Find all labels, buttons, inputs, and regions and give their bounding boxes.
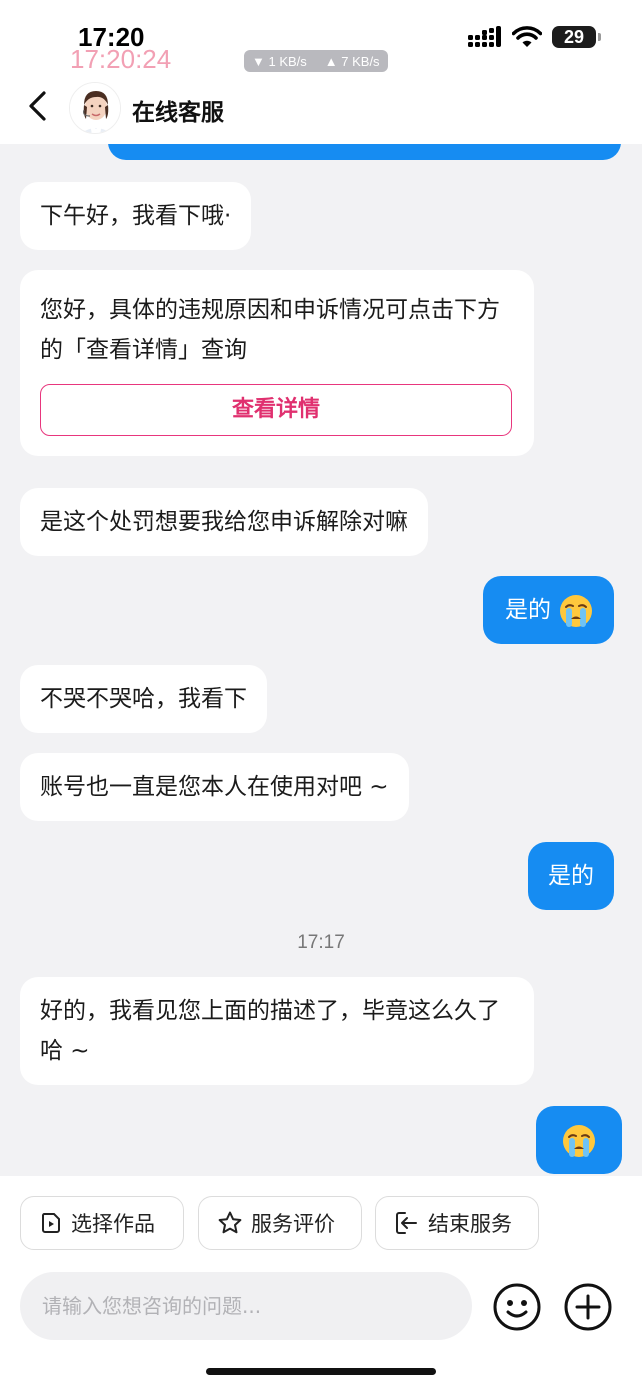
quick-action-label: 选择作品 [71, 1212, 155, 1236]
cellular-signal-icon [468, 26, 501, 47]
message-timestamp: 17:17 [297, 932, 345, 953]
emoji-button[interactable] [492, 1282, 542, 1332]
message-input[interactable] [20, 1272, 472, 1340]
rate-service-button[interactable]: 服务评价 [198, 1196, 362, 1250]
back-button[interactable] [22, 88, 58, 124]
chat-title: 在线客服 [132, 100, 224, 126]
agent-message: 下午好，我看下哦· [20, 182, 252, 250]
star-icon [218, 1211, 242, 1234]
user-message [536, 1106, 622, 1174]
message-text: 是的 [548, 863, 594, 889]
end-service-button[interactable]: 结束服务 [375, 1196, 539, 1250]
view-details-button[interactable]: 查看详情 [40, 384, 512, 436]
agent-message: 好的，我看见您上面的描述了，毕竟这么久了哈 ~ [20, 977, 534, 1085]
agent-message: 账号也一直是您本人在使用对吧 ~ [20, 753, 409, 821]
message-text: 是的 [505, 597, 551, 623]
previous-user-bubble [108, 144, 621, 160]
message-text: 不哭不哭哈，我看下 [40, 686, 247, 712]
overlay-clock: 17:20:24 [70, 44, 172, 74]
status-icons: 29 [468, 26, 601, 48]
add-more-button[interactable] [563, 1282, 613, 1332]
user-message: 是的 [483, 576, 615, 644]
select-works-button[interactable]: 选择作品 [20, 1196, 184, 1250]
battery-icon: 29 [552, 26, 601, 48]
wifi-icon [512, 26, 542, 47]
network-speed-badge: ▼ 1 KB/s ▲ 7 KB/s [244, 50, 388, 72]
message-text: 下午好，我看下哦· [40, 203, 232, 229]
agent-portrait-icon [70, 83, 120, 133]
status-bar: 17:20 17:20:24 ▼ 1 KB/s ▲ 7 KB/s 29 [0, 0, 642, 78]
upload-speed: ▲ 7 KB/s [324, 53, 380, 69]
video-file-icon [41, 1213, 60, 1233]
user-message: 是的 [528, 842, 614, 910]
agent-message: 您好，具体的违规原因和申诉情况可点击下方的「查看详情」查询 查看详情 [20, 270, 534, 456]
chat-bottom-bar: 选择作品 服务评价 结束服务 [0, 1176, 642, 1389]
message-text: 您好，具体的违规原因和申诉情况可点击下方的「查看详情」查询 [40, 297, 500, 363]
message-text: 是这个处罚想要我给您申诉解除对嘛 [40, 509, 408, 535]
agent-avatar[interactable] [69, 82, 121, 134]
crying-face-icon [560, 594, 593, 627]
message-text: 好的，我看见您上面的描述了，毕竟这么久了哈 ~ [40, 998, 500, 1064]
download-speed: ▼ 1 KB/s [252, 53, 307, 69]
quick-action-label: 服务评价 [251, 1212, 335, 1236]
quick-action-label: 结束服务 [428, 1212, 512, 1236]
chat-messages[interactable]: 下午好，我看下哦· 您好，具体的违规原因和申诉情况可点击下方的「查看详情」查询 … [0, 144, 642, 1176]
agent-message: 是这个处罚想要我给您申诉解除对嘛 [20, 488, 428, 556]
agent-message: 不哭不哭哈，我看下 [20, 665, 267, 733]
exit-icon [396, 1212, 417, 1234]
home-indicator[interactable] [206, 1368, 436, 1375]
crying-face-icon [563, 1124, 595, 1157]
message-text: 账号也一直是您本人在使用对吧 ~ [40, 774, 389, 800]
chat-header: 在线客服 [0, 78, 642, 144]
